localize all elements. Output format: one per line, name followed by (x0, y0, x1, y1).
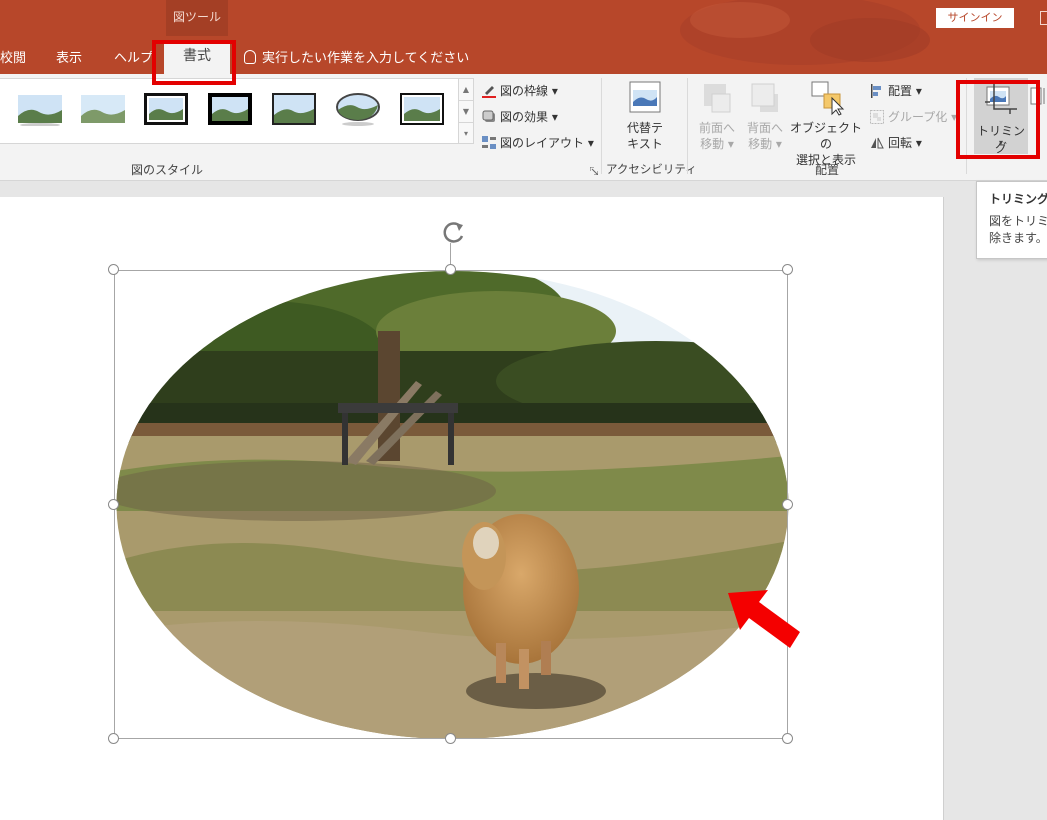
align-button[interactable]: 配置 ▾ (870, 82, 922, 99)
picture-layout-button[interactable]: 図のレイアウト ▾ (482, 134, 594, 151)
dialog-launcher-icon[interactable] (590, 167, 598, 175)
resize-handle-left[interactable] (108, 499, 119, 510)
alt-text-button[interactable]: 代替テ キスト (612, 120, 678, 152)
tell-me-search[interactable]: 実行したい作業を入力してください (244, 47, 469, 66)
send-backward-button[interactable]: 背面へ 移動 ▾ (742, 120, 788, 152)
window-control-icon[interactable] (1040, 11, 1047, 25)
group-button[interactable]: グループ化 ▾ (870, 108, 957, 125)
red-arrow-icon (728, 590, 800, 648)
context-group-label: 図ツール (172, 10, 221, 24)
tab-review[interactable]: 校閲 (0, 47, 26, 66)
scroll-down-icon[interactable]: ▼ (459, 101, 473, 123)
style-thumbnail[interactable] (399, 92, 445, 126)
bring-forward-label-1: 前面へ (698, 121, 735, 135)
gallery-scroll[interactable]: ▲ ▼ ▾ (458, 78, 474, 144)
alt-text-label-1: 代替テ (626, 121, 663, 135)
bring-forward-button[interactable]: 前面へ 移動 ▾ (694, 120, 740, 152)
align-icon (871, 84, 881, 98)
picture-style-gallery (0, 78, 459, 144)
send-backward-icon (751, 83, 778, 112)
style-thumbnail[interactable] (80, 92, 126, 126)
send-backward-label-2: 移動 (748, 137, 773, 151)
selection-frame (114, 270, 788, 739)
accessibility-group-label: アクセシビリティ (606, 162, 697, 176)
tab-view[interactable]: 表示 (56, 47, 82, 66)
rotate-handle-icon[interactable] (440, 220, 468, 246)
arrange-group-label: 配置 (815, 163, 840, 177)
picture-border-button[interactable]: 図の枠線 ▾ (482, 82, 558, 99)
selection-pane-label-1: オブジェクトの (789, 121, 862, 151)
group-separator (601, 78, 602, 174)
tooltip-desc-line-1: 図をトリミン (989, 214, 1047, 228)
style-thumbnail[interactable] (17, 92, 63, 126)
scroll-up-icon[interactable]: ▲ (459, 79, 473, 101)
style-thumbnail[interactable] (335, 92, 381, 126)
rotate-label: 回転 (888, 136, 913, 150)
alt-text-label-2: キスト (627, 137, 663, 151)
picture-tools-context-group: 図ツール (166, 0, 228, 36)
resize-handle-right[interactable] (782, 499, 793, 510)
pen-border-icon (482, 86, 496, 98)
resize-handle-bottom[interactable] (445, 733, 456, 744)
rotate-button[interactable]: 回転 ▾ (870, 134, 922, 151)
crop-highlight (956, 80, 1040, 159)
tab-help[interactable]: ヘルプ (114, 47, 153, 66)
gallery-more-icon[interactable]: ▾ (459, 123, 473, 144)
picture-layout-label: 図のレイアウト (500, 136, 585, 150)
align-label: 配置 (888, 84, 913, 98)
tell-me-text: 実行したい作業を入力してください (262, 51, 470, 66)
resize-handle-top-left[interactable] (108, 264, 119, 275)
group-icon (870, 110, 884, 124)
send-backward-label-1: 背面へ (746, 121, 783, 135)
style-thumbnail[interactable] (143, 92, 189, 126)
alt-text-icon (629, 81, 661, 113)
bring-forward-label-2: 移動 (700, 137, 725, 151)
group-separator (687, 78, 688, 174)
style-thumbnail[interactable] (271, 92, 317, 126)
selection-pane-icon (811, 81, 845, 116)
group-label: グループ化 (888, 110, 948, 124)
picture-border-label: 図の枠線 (500, 84, 549, 98)
resize-handle-top-right[interactable] (782, 264, 793, 275)
layout-icon (482, 136, 496, 149)
picture-effects-button[interactable]: 図の効果 ▾ (482, 108, 558, 125)
resize-handle-top[interactable] (445, 264, 456, 275)
picture-effects-label: 図の効果 (500, 110, 549, 124)
bring-forward-icon (704, 84, 731, 113)
rotate-flip-icon (871, 137, 884, 149)
signin-button[interactable]: サインイン (936, 8, 1014, 28)
resize-handle-bottom-right[interactable] (782, 733, 793, 744)
style-thumbnail[interactable] (207, 92, 253, 126)
tooltip-description: 図をトリミン 除きます。 (989, 213, 1047, 247)
format-tab-highlight (152, 40, 236, 85)
lightbulb-icon (244, 50, 256, 64)
tooltip-title: トリミング (989, 192, 1047, 206)
crop-tooltip: トリミング 図をトリミン 除きます。 (976, 181, 1047, 259)
resize-handle-bottom-left[interactable] (108, 733, 119, 744)
ribbon: ▲ ▼ ▾ 図の枠線 ▾ 図の効果 ▾ 図のレイアウト ▾ 図のスタイル 代替テ… (0, 74, 1047, 181)
effects-icon (482, 110, 495, 122)
picture-styles-group-label: 図のスタイル (131, 163, 204, 177)
tooltip-desc-line-2: 除きます。 (989, 231, 1047, 245)
